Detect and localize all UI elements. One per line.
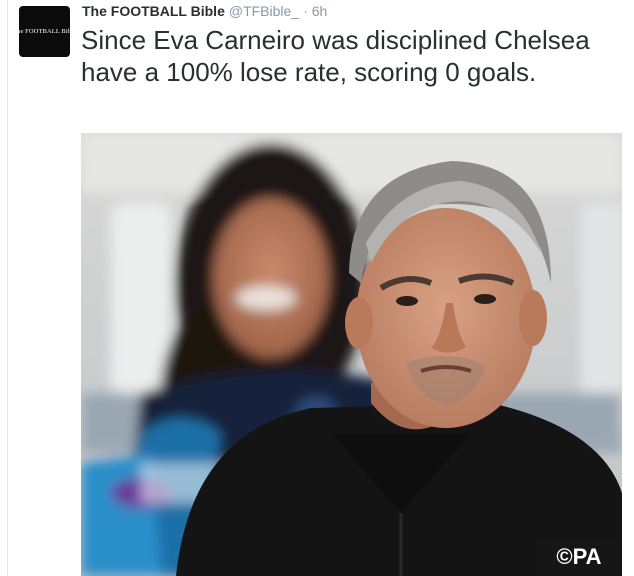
avatar[interactable]: The FOOTBALL Bible — [13, 6, 76, 57]
photo-credit: ©PA — [536, 538, 622, 576]
tweet-text: Since Eva Carneiro was disciplined Chels… — [81, 25, 590, 87]
author-handle[interactable]: @TFBible_ — [229, 3, 299, 19]
author-name[interactable]: The FOOTBALL Bible — [82, 3, 225, 19]
timeline-divider — [7, 0, 8, 576]
avatar-logo-text: The FOOTBALL Bible — [13, 28, 76, 35]
tweet-photo[interactable]: ©PA — [81, 133, 622, 576]
tweet-timestamp[interactable]: 6h — [312, 3, 328, 19]
photo-illustration — [81, 133, 622, 576]
tweet-header: The FOOTBALL Bible @TFBible_ · 6h — [82, 3, 327, 21]
meta-separator: · — [303, 3, 308, 19]
